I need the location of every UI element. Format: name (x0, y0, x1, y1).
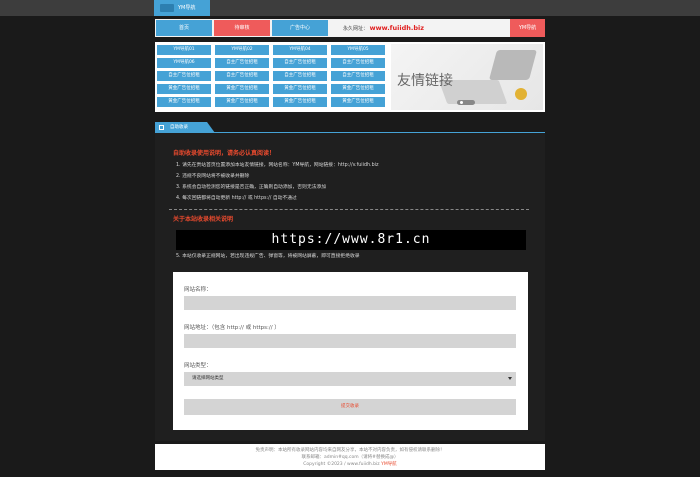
link-cell[interactable]: 黄金广告位招租 (273, 84, 327, 94)
domain-label: 永久网址： (343, 26, 369, 32)
domain-notice: 永久网址： www.fuiidh.biz (343, 19, 424, 38)
link-cell[interactable]: 自主广告位招租 (273, 58, 327, 68)
nav-ad-center[interactable]: 广告中心 (272, 20, 328, 36)
dashed-divider (169, 209, 529, 210)
nav-home[interactable]: 首页 (156, 20, 212, 36)
banner-decoration (488, 50, 538, 80)
rule-item: 4. 每次回链都将自动更新 http:// 或 https:// 自动不通过 (176, 196, 297, 201)
site-name-input[interactable] (184, 296, 516, 310)
submit-button[interactable]: 提交收录 (184, 399, 516, 415)
rule-item: 2. 违规不良网站将不被收录并删除 (176, 174, 250, 179)
link-cell[interactable]: 黄金广告位招租 (215, 84, 269, 94)
tab-label: 自助收录 (170, 125, 188, 130)
link-cell[interactable]: YM导航06 (157, 58, 211, 68)
watermark-banner: https://www.8r1.cn (176, 230, 526, 250)
site-name-label: 网站名称： (184, 287, 212, 293)
link-panel: YM导航01 YM导航02 YM导航04 YM导航05 YM导航06 自主广告位招租 自主广… (155, 42, 545, 112)
rule-item: 5. 本站仅收录正规网站，若出现违规广告、弹窗等，将被网站屏蔽，即可直接拒绝收录 (176, 254, 360, 259)
logo-icon (160, 4, 174, 12)
rule-item: 1. 请先在贵站首页位置添加本站友情链接，网站名称：YM导航，网站链接：http… (176, 163, 379, 168)
slider-dots[interactable] (457, 100, 475, 105)
copyright-brand[interactable]: YM导航 (381, 462, 397, 467)
link-cell[interactable]: YM导航04 (273, 45, 327, 55)
copyright-text: Copyright ©2023 / www.fuiidh.biz (303, 462, 380, 467)
site-url-input[interactable] (184, 334, 516, 348)
link-cell[interactable]: YM导航01 (157, 45, 211, 55)
usage-heading: 自助收录使用说明，请务必认真阅读！ (173, 150, 276, 157)
link-cell[interactable]: 黄金广告位招租 (273, 97, 327, 107)
main-nav: 首页 待审核 广告中心 永久网址： www.fuiidh.biz (155, 19, 545, 37)
link-cell[interactable]: YM导航05 (331, 45, 385, 55)
link-cell[interactable]: 黄金广告位招租 (331, 84, 385, 94)
brand-logo[interactable]: YM导航 (154, 0, 210, 16)
link-cell[interactable]: 黄金广告位招租 (157, 97, 211, 107)
copyright: Copyright ©2023 / www.fuiidh.biz YM导航 (155, 461, 545, 467)
link-cell[interactable]: 黄金广告位招租 (331, 97, 385, 107)
contact-email: 联系邮箱：admin#qq.com（请将#替换成@） (301, 455, 399, 460)
friend-links-banner[interactable]: 友情链接 (391, 44, 543, 110)
footer: 免责声明：本站所有收录网站内容均来自网友分享，本站不对内容负责，如有侵权请联系删… (155, 444, 545, 470)
brand-name: YM导航 (178, 5, 196, 11)
link-cell[interactable]: 自主广告位招租 (215, 58, 269, 68)
domain-url[interactable]: www.fuiidh.biz (370, 24, 424, 32)
link-cell[interactable]: 自主广告位招租 (331, 58, 385, 68)
site-type-label: 网站类型： (184, 363, 212, 369)
link-cell[interactable]: 自主广告位招租 (273, 71, 327, 81)
about-heading: 关于本站收录相关说明 (173, 216, 234, 223)
banner-decoration (515, 88, 527, 100)
link-cell[interactable]: 自主广告位招租 (157, 71, 211, 81)
link-cell[interactable]: 自主广告位招租 (331, 71, 385, 81)
chevron-down-icon (508, 377, 512, 380)
link-cell[interactable]: 自主广告位招租 (215, 71, 269, 81)
site-url-label: 网站地址：（包含 http:// 或 https:// ） (184, 325, 280, 331)
site-type-select[interactable]: 请选择网站类型 (184, 372, 516, 386)
rule-item: 3. 系统会自动检测您的链接是否正确，正确则自动添加，否则无法添加 (176, 185, 327, 190)
banner-title: 友情链接 (397, 73, 453, 89)
link-cell[interactable]: YM导航02 (215, 45, 269, 55)
grid-icon (159, 125, 164, 130)
promo-button[interactable]: YM导航 (510, 19, 545, 37)
link-cell[interactable]: 黄金广告位招租 (215, 97, 269, 107)
top-bar: YM导航 (0, 0, 700, 16)
site-type-value: 请选择网站类型 (192, 376, 224, 381)
nav-pending[interactable]: 待审核 (214, 20, 270, 36)
disclaimer-text: 免责声明：本站所有收录网站内容均来自网友分享，本站不对内容负责，如有侵权请联系删… (255, 448, 445, 453)
link-cell[interactable]: 黄金广告位招租 (157, 84, 211, 94)
submit-form: 网站名称： 网站地址：（包含 http:// 或 https:// ） 网站类型… (173, 272, 528, 430)
